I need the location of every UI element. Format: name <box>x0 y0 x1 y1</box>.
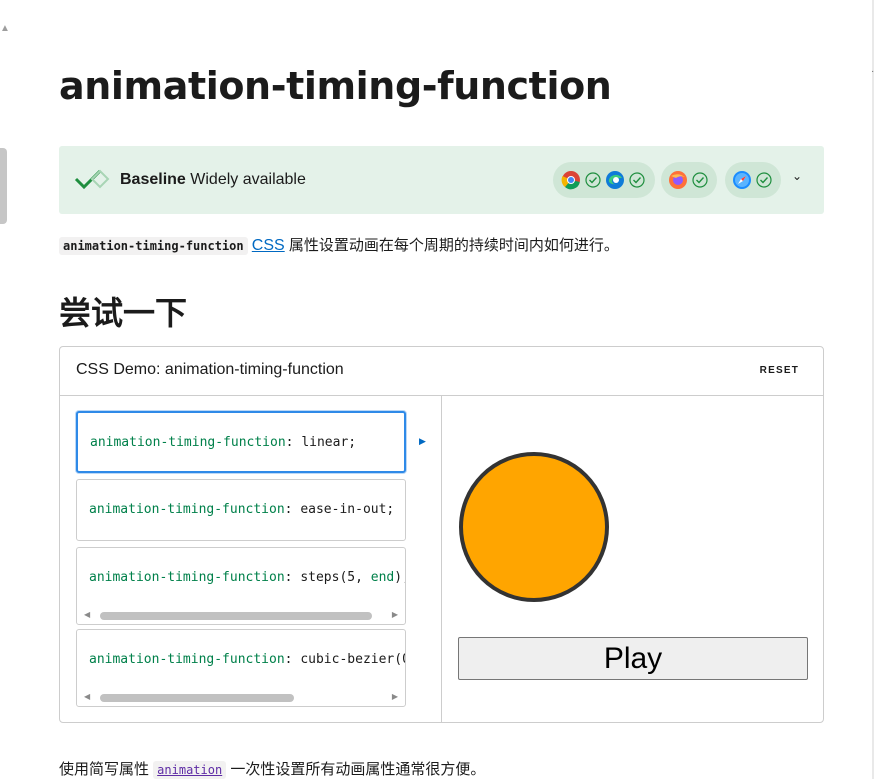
chrome-icon <box>561 171 580 190</box>
code-property: animation-timing-function <box>89 570 285 585</box>
reset-button[interactable]: RESET <box>760 365 799 376</box>
left-gutter: ▲ <box>0 0 10 779</box>
choice-steps[interactable]: animation-timing-function: steps(5, end)… <box>76 547 406 625</box>
code-value: linear; <box>301 435 357 450</box>
play-indicator-icon: ▶ <box>419 436 426 446</box>
choice-linear[interactable]: animation-timing-function: linear; <box>76 411 406 473</box>
check-icon <box>692 172 708 188</box>
firefox-pill[interactable] <box>661 162 717 198</box>
safari-pill[interactable] <box>725 162 781 198</box>
check-icon <box>629 172 645 188</box>
intro-paragraph: animation-timing-function CSS 属性设置动画在每个周… <box>59 234 619 255</box>
chromium-pill[interactable] <box>553 162 655 198</box>
page-title: animation-timing-function <box>59 64 612 108</box>
panel-divider <box>441 396 442 722</box>
chevron-down-icon[interactable]: ⌄ <box>792 169 802 183</box>
code-value: ease-in-out; <box>300 502 395 517</box>
demo-title: CSS Demo: animation-timing-function <box>76 361 344 378</box>
choice-ease-in-out[interactable]: animation-timing-function: ease-in-out; <box>76 479 406 541</box>
animated-ball <box>459 452 609 602</box>
baseline-banner: Baseline Widely available ⌄ <box>59 146 824 214</box>
code-property: animation-timing-function <box>89 652 285 667</box>
css-link[interactable]: CSS <box>252 237 285 254</box>
scroll-left-icon[interactable]: ◀ <box>84 692 90 701</box>
code-separator: : <box>284 570 301 585</box>
code-keyword: end <box>370 570 395 585</box>
code-separator: : <box>285 435 302 450</box>
scroll-right-icon[interactable]: ▶ <box>392 692 398 701</box>
baseline-label: Baseline Widely available <box>120 171 306 189</box>
try-it-heading: 尝试一下 <box>59 294 188 332</box>
firefox-icon <box>669 171 687 189</box>
choice-code: animation-timing-function: linear; <box>90 435 356 450</box>
sidebar-scrollbar-thumb[interactable] <box>0 148 7 224</box>
interactive-demo: CSS Demo: animation-timing-function RESE… <box>59 346 824 723</box>
baseline-check-icon <box>74 169 110 190</box>
code-value: cubic-bezier(0 <box>300 652 406 667</box>
code-property: animation-timing-function <box>89 502 285 517</box>
animation-link[interactable]: animation <box>157 763 222 777</box>
intro-text: 属性设置动画在每个周期的持续时间内如何进行。 <box>284 237 619 254</box>
note-text-after: 一次性设置所有动画属性通常很方便。 <box>226 761 486 778</box>
play-button[interactable]: Play <box>458 637 808 680</box>
code-separator: : <box>284 502 301 517</box>
choice-code: animation-timing-function: steps(5, end)… <box>89 570 405 585</box>
horizontal-scrollbar[interactable]: ◀ ▶ <box>77 691 405 703</box>
check-icon <box>756 172 772 188</box>
code-tail: ); <box>394 570 405 585</box>
scroll-right-icon[interactable]: ▶ <box>392 610 398 619</box>
edge-icon <box>606 171 624 189</box>
code-property: animation-timing-function <box>90 435 286 450</box>
scrollbar-thumb[interactable] <box>100 612 372 620</box>
shorthand-note: 使用简写属性 animation 一次性设置所有动画属性通常很方便。 <box>59 758 485 779</box>
intro-code: animation-timing-function <box>59 237 248 255</box>
demo-header: CSS Demo: animation-timing-function RESE… <box>60 347 823 396</box>
note-text-before: 使用简写属性 <box>59 761 154 778</box>
caret-up-icon[interactable]: ▲ <box>0 24 10 34</box>
scrollbar-thumb[interactable] <box>100 694 294 702</box>
code-value: steps(5, <box>300 570 371 585</box>
code-separator: : <box>284 652 301 667</box>
baseline-status: Widely available <box>185 171 306 188</box>
horizontal-scrollbar[interactable]: ◀ ▶ <box>77 609 405 621</box>
choice-code: animation-timing-function: cubic-bezier(… <box>89 652 406 667</box>
safari-icon <box>733 171 751 189</box>
baseline-bold: Baseline <box>120 171 186 188</box>
scroll-left-icon[interactable]: ◀ <box>84 610 90 619</box>
choice-cubic-bezier[interactable]: animation-timing-function: cubic-bezier(… <box>76 629 406 707</box>
choice-code: animation-timing-function: ease-in-out; <box>89 502 394 517</box>
check-icon <box>585 172 601 188</box>
